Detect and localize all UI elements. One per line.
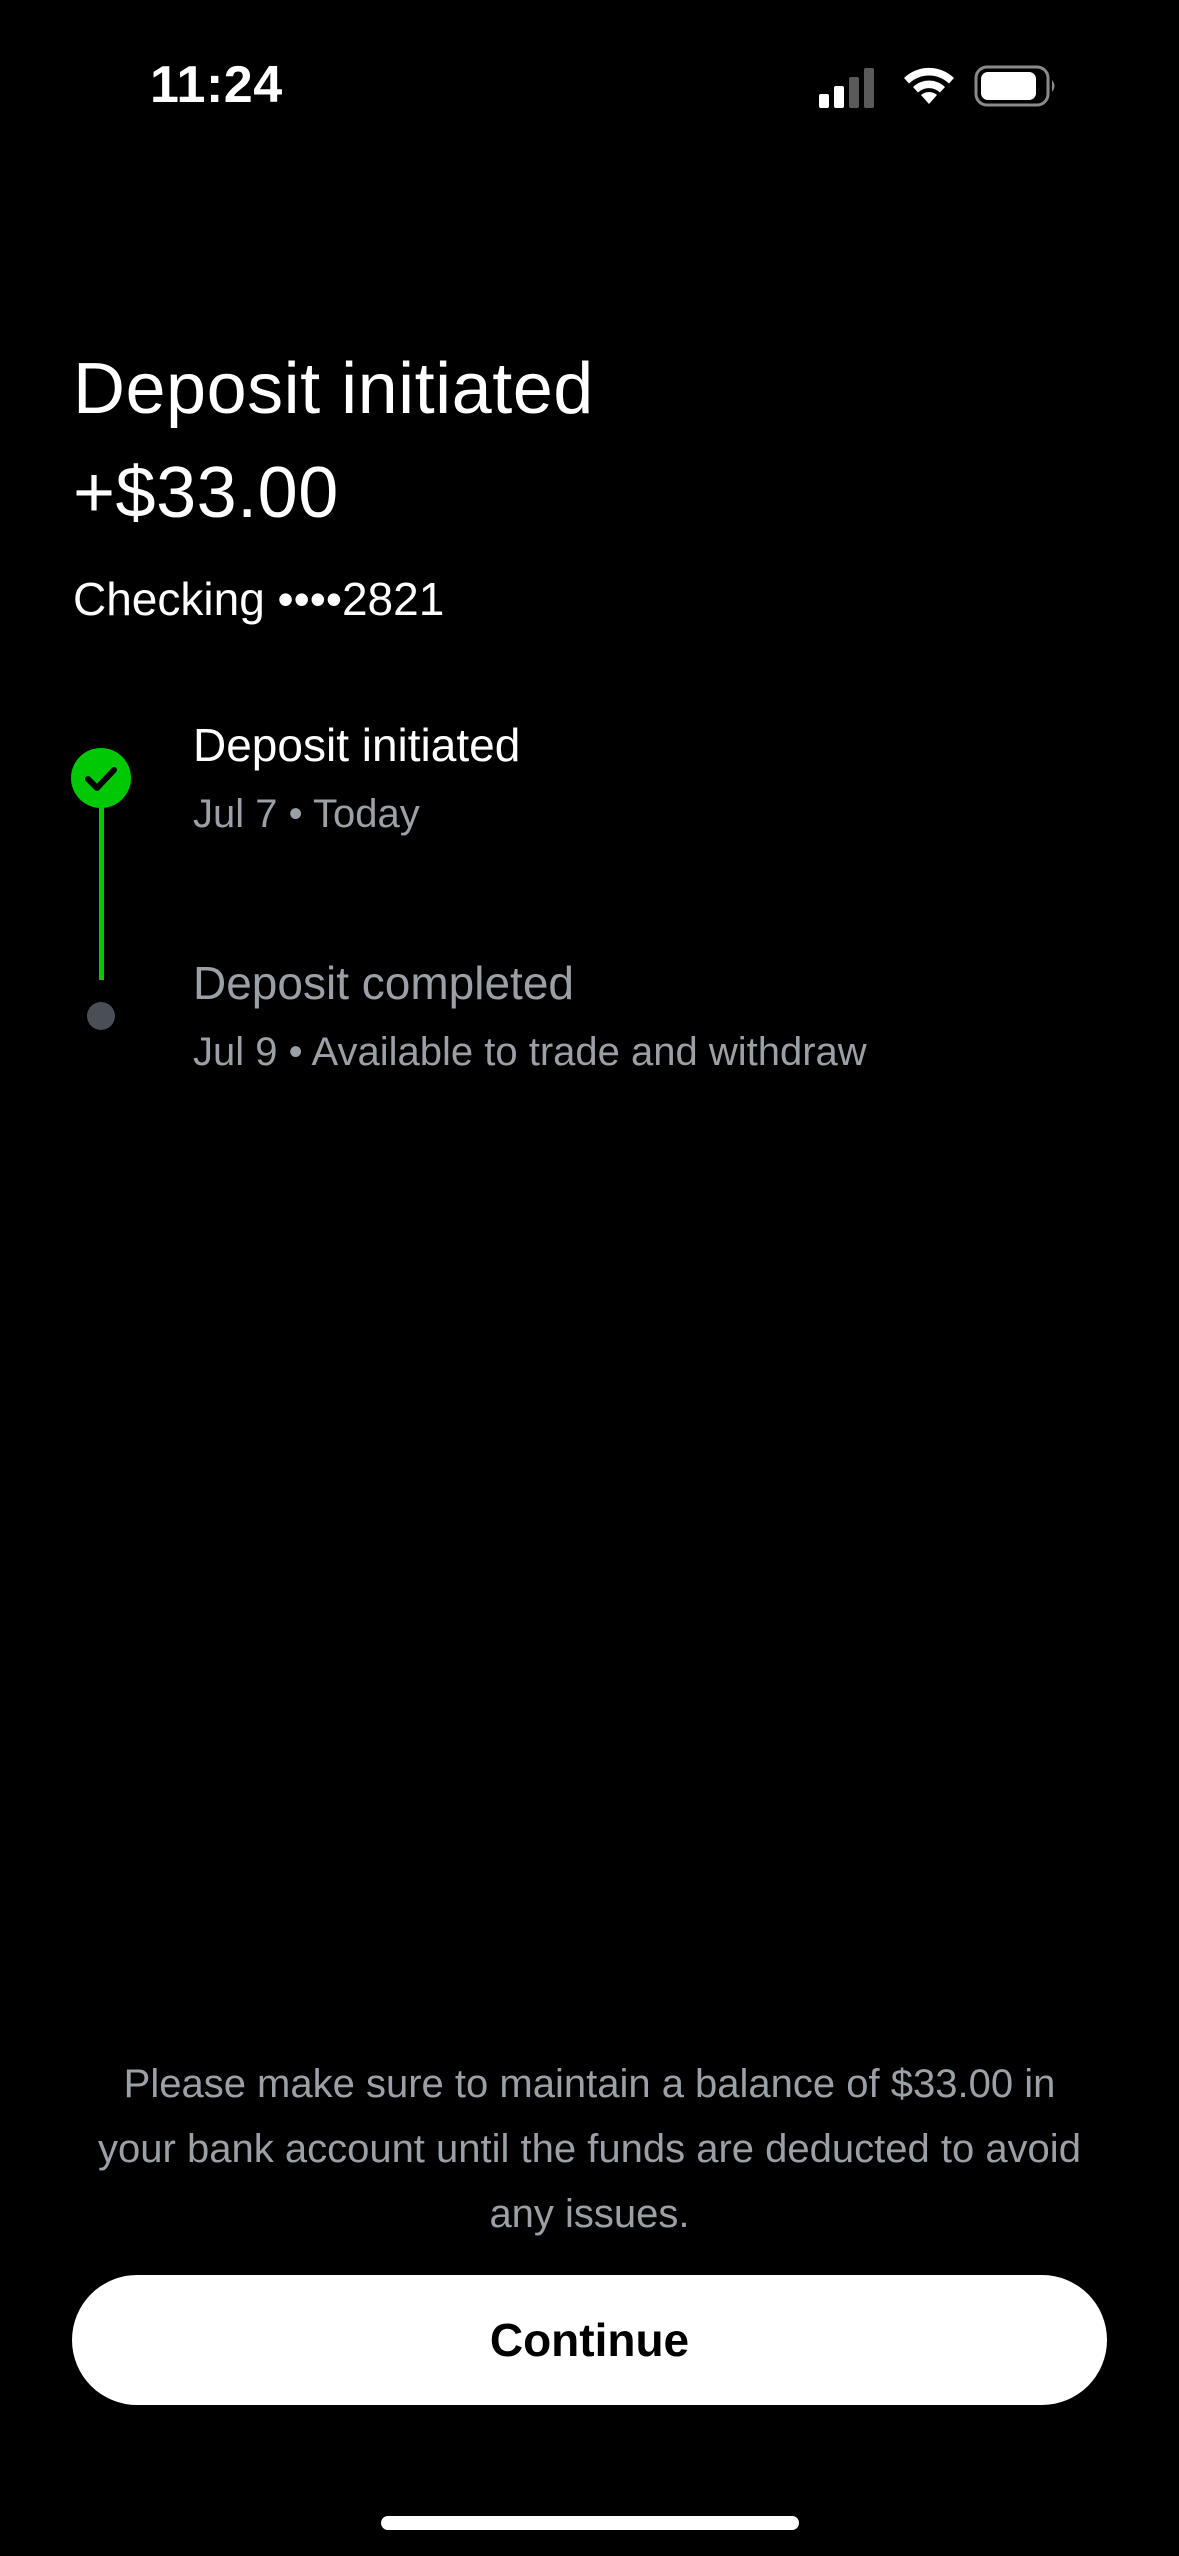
status-icons [819, 62, 1079, 112]
continue-button[interactable]: Continue [72, 2275, 1107, 2405]
timeline-progress-line [99, 804, 104, 980]
step-initiated-date: Jul 7 • Today [193, 792, 420, 836]
step-completed-date: Jul 9 • Available to trade and withdraw [193, 1030, 867, 1074]
account-label: Checking ••••2821 [73, 573, 445, 625]
deposit-amount: +$33.00 [73, 453, 339, 533]
check-circle-icon [71, 748, 131, 808]
wifi-icon [904, 67, 954, 104]
cellular-signal-icon [819, 68, 874, 108]
step-initiated-title: Deposit initiated [193, 719, 521, 771]
page-title: Deposit initiated [73, 349, 594, 429]
dot-icon [87, 1002, 115, 1030]
step-completed-title: Deposit completed [193, 957, 574, 1009]
status-time: 11:24 [150, 56, 283, 114]
status-bar: 11:24 [0, 0, 1179, 160]
battery-icon [974, 65, 1055, 107]
balance-disclaimer: Please make sure to maintain a balance o… [98, 2062, 1081, 2236]
deposit-timeline: Deposit initiated Jul 7 • Today Deposit … [0, 700, 1179, 1120]
home-indicator[interactable] [381, 2516, 799, 2530]
